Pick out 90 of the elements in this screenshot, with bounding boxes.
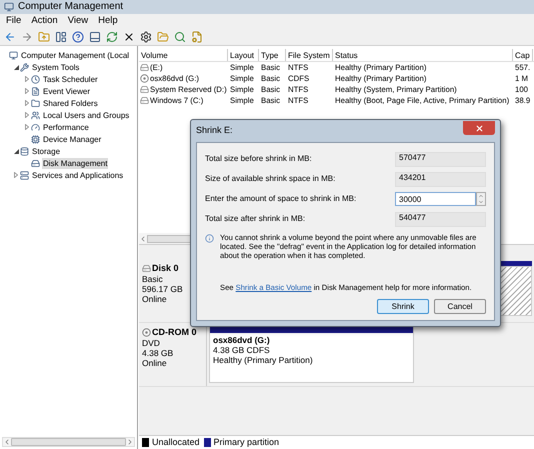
- close-icon: [474, 124, 484, 132]
- expand-icon[interactable]: [25, 124, 29, 130]
- expand-icon[interactable]: [14, 172, 18, 178]
- disk-info: 4.38 GB: [142, 348, 174, 358]
- column-header[interactable]: Status: [333, 49, 513, 61]
- computer-icon: [9, 50, 18, 60]
- disk-info: DVD: [142, 338, 161, 348]
- cd-drive-icon: [142, 328, 151, 337]
- tree-item[interactable]: Shared Folders: [42, 98, 99, 108]
- services-icon: [20, 170, 29, 180]
- log-icon: [31, 86, 40, 96]
- close-button[interactable]: [463, 121, 495, 135]
- column-header[interactable]: Cap: [513, 49, 533, 61]
- computer-icon: [4, 2, 14, 12]
- gauge-icon: [31, 122, 40, 132]
- dialog-button[interactable]: Cancel: [434, 299, 486, 314]
- disk-info: Online: [142, 294, 168, 304]
- menu-item[interactable]: Help: [98, 14, 118, 28]
- expand-icon[interactable]: [25, 100, 29, 106]
- expand-icon[interactable]: [25, 88, 29, 94]
- properties-icon[interactable]: [139, 30, 152, 43]
- folder-icon[interactable]: [156, 30, 169, 43]
- device-icon: [31, 134, 40, 144]
- partition-block[interactable]: osx86dvd (G:) 4.38 GB CDFS Healthy (Primary Partition): [209, 325, 414, 383]
- back-icon[interactable]: [3, 30, 16, 43]
- menu-item[interactable]: View: [68, 14, 88, 28]
- readonly-value: 434201: [395, 172, 486, 186]
- tree-item[interactable]: Services and Applications: [31, 170, 124, 180]
- readonly-value: 570477: [395, 152, 486, 166]
- menu-item[interactable]: File: [6, 14, 22, 28]
- partition-block[interactable]: [500, 266, 532, 316]
- tree-item[interactable]: System Tools: [31, 62, 80, 72]
- field-label: Size of available shrink space in MB:: [205, 173, 336, 185]
- collapse-icon[interactable]: [14, 148, 18, 154]
- expand-icon[interactable]: [25, 112, 29, 118]
- disk-name: CD-ROM 0: [152, 327, 196, 338]
- cd-drive-icon: [140, 74, 149, 83]
- tree-item[interactable]: Storage: [31, 146, 62, 156]
- panel-icon[interactable]: [88, 30, 101, 43]
- collapse-icon[interactable]: [14, 64, 18, 70]
- disk-info: Online: [142, 358, 168, 368]
- tools-icon: [20, 62, 29, 72]
- folder-up-icon[interactable]: [37, 30, 50, 43]
- partition-info: 4.38 GB CDFS: [213, 345, 271, 355]
- scroll-left-icon[interactable]: [3, 438, 11, 446]
- drive-icon: [142, 264, 151, 273]
- dialog-button[interactable]: Shrink: [377, 299, 429, 314]
- field-label: Total size before shrink in MB:: [205, 153, 312, 165]
- disk-name: Disk 0: [152, 263, 179, 274]
- tree-item[interactable]: Task Scheduler: [42, 74, 99, 84]
- legend-label: Unallocated: [152, 436, 200, 449]
- tree-item[interactable]: Local Users and Groups: [42, 110, 130, 120]
- tree-item[interactable]: Performance: [42, 122, 90, 132]
- partition-name: osx86dvd (G:): [213, 335, 271, 345]
- users-icon: [31, 110, 40, 120]
- panel-icon[interactable]: [54, 30, 67, 43]
- window-title: Computer Management: [18, 2, 124, 12]
- tree-item[interactable]: Event Viewer: [42, 86, 91, 96]
- tree-item[interactable]: Disk Management: [42, 158, 108, 168]
- column-header[interactable]: Type: [259, 49, 286, 61]
- forward-icon[interactable]: [20, 30, 33, 43]
- dialog-title: Shrink E:: [196, 124, 233, 138]
- drive-icon: [140, 85, 149, 94]
- expand-icon[interactable]: [25, 76, 29, 82]
- readonly-value: 540477: [395, 212, 486, 226]
- scroll-left-icon[interactable]: [139, 234, 147, 242]
- shrink-amount-field[interactable]: 30000: [395, 192, 476, 206]
- partition-info: Healthy (Primary Partition): [213, 355, 314, 365]
- info-icon: [205, 234, 214, 243]
- storage-icon: [20, 146, 29, 156]
- legend-label: Primary partition: [214, 436, 280, 449]
- document-icon[interactable]: [190, 30, 203, 43]
- menu-item[interactable]: Action: [31, 14, 58, 28]
- scroll-right-icon[interactable]: [126, 438, 134, 446]
- drive-icon: [140, 96, 149, 105]
- search-icon[interactable]: [173, 30, 186, 43]
- disk-info: Basic: [142, 274, 164, 284]
- field-label: Enter the amount of space to shrink in MB:: [205, 193, 356, 205]
- tree-item[interactable]: Device Manager: [42, 134, 102, 144]
- help-icon[interactable]: [71, 30, 84, 43]
- drive-icon: [140, 63, 149, 72]
- field-label: Total size after shrink in MB:: [205, 213, 306, 225]
- column-header[interactable]: Volume: [139, 49, 228, 61]
- tree-item[interactable]: Computer Management (Local: [20, 50, 130, 60]
- disk-info: 596.17 GB: [142, 284, 184, 294]
- folder-icon: [31, 98, 40, 108]
- column-header[interactable]: File System: [286, 49, 333, 61]
- column-header[interactable]: Layout: [228, 49, 259, 61]
- clock-icon: [31, 74, 40, 84]
- refresh-icon[interactable]: [105, 30, 118, 43]
